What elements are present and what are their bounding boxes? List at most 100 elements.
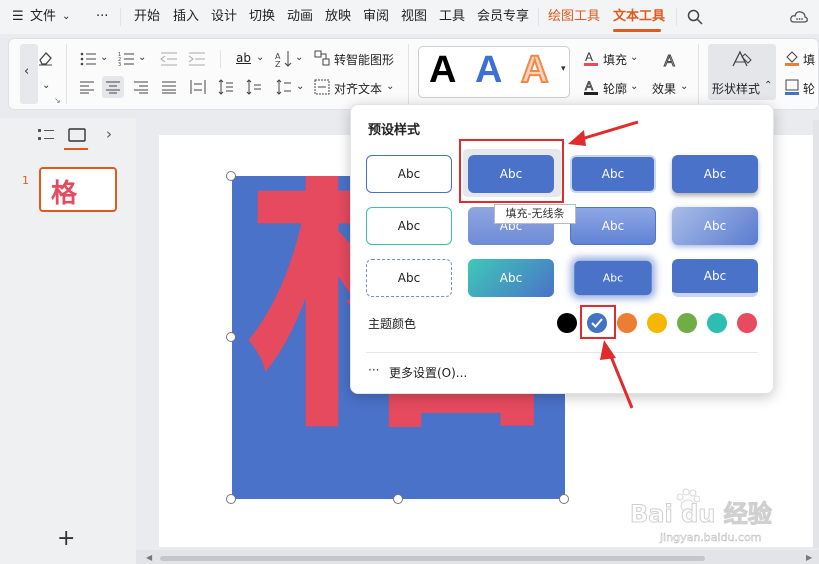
search-icon[interactable] xyxy=(687,9,703,25)
shape-fill-button[interactable]: 填 xyxy=(803,51,815,68)
preset-style-soft-edge[interactable]: Abc xyxy=(574,260,652,296)
tab-tools[interactable]: 工具 xyxy=(439,8,465,26)
chevron-down-icon[interactable]: ⌄ xyxy=(680,81,688,92)
art-style-orange[interactable]: A xyxy=(520,48,549,92)
numbered-list-icon[interactable]: 123 xyxy=(118,51,136,67)
distribute-icon[interactable] xyxy=(190,79,206,95)
gallery-expand-icon[interactable]: ▾ xyxy=(561,64,566,74)
theme-color-gold[interactable] xyxy=(647,313,667,333)
text-outline-button[interactable]: 轮廓 xyxy=(603,80,627,97)
art-style-black[interactable]: A xyxy=(429,49,456,92)
increase-indent-icon[interactable] xyxy=(188,51,206,67)
smart-shape-icon[interactable] xyxy=(314,50,330,66)
line-spacing-icon[interactable] xyxy=(218,79,234,95)
sort-icon[interactable]: AZ xyxy=(275,50,293,68)
justify-icon[interactable] xyxy=(162,80,176,94)
tab-transition[interactable]: 切换 xyxy=(249,8,275,26)
file-menu[interactable]: 文件 xyxy=(30,8,56,26)
tab-home[interactable]: 开始 xyxy=(134,8,160,26)
align-text-button[interactable]: 对齐文本 xyxy=(334,80,382,97)
shape-fill-icon[interactable] xyxy=(784,49,800,67)
spacing-options-icon[interactable] xyxy=(276,79,292,95)
chevron-down-icon[interactable]: ⌄ xyxy=(138,52,146,63)
more-settings-item[interactable]: 更多设置(O)... xyxy=(389,364,467,381)
chevron-down-icon[interactable]: ⌄ xyxy=(62,8,70,26)
shape-outline-icon[interactable] xyxy=(784,78,800,96)
tooltip: 填充-无线条 xyxy=(494,204,576,224)
theme-color-red[interactable] xyxy=(737,313,757,333)
text-effect-button[interactable]: 效果 xyxy=(652,80,676,97)
bullet-list-icon[interactable] xyxy=(80,51,98,67)
more-icon[interactable]: ··· xyxy=(96,8,108,26)
tab-drawing-tools[interactable]: 绘图工具 xyxy=(548,8,600,26)
preset-style-outline-blue[interactable]: Abc xyxy=(366,155,452,193)
align-text-icon[interactable] xyxy=(314,79,330,95)
theme-color-teal[interactable] xyxy=(707,313,727,333)
tab-text-tools[interactable]: 文本工具 xyxy=(613,8,665,26)
paragraph-spacing-icon[interactable] xyxy=(246,79,262,95)
dialog-launcher-icon[interactable]: ↘ xyxy=(54,96,61,105)
outline-view-icon[interactable] xyxy=(38,128,54,142)
theme-color-green[interactable] xyxy=(677,313,697,333)
chevron-down-icon[interactable]: ⌄ xyxy=(386,81,394,92)
hamburger-icon[interactable]: ☰ xyxy=(12,8,24,26)
text-fill-icon[interactable]: A xyxy=(583,49,599,67)
preset-style-gradient-border[interactable]: Abc xyxy=(570,207,656,245)
resize-handle-bl[interactable] xyxy=(226,494,236,504)
tab-animation[interactable]: 动画 xyxy=(287,8,313,26)
preset-style-gradient-glow[interactable]: Abc xyxy=(672,207,758,245)
slide-thumbnail[interactable]: 格 xyxy=(39,167,117,212)
chevron-down-icon[interactable]: ⌄ xyxy=(630,52,638,63)
theme-color-orange[interactable] xyxy=(617,313,637,333)
scroll-left-icon[interactable]: ◀ xyxy=(146,553,152,562)
chevron-right-icon[interactable]: › xyxy=(106,125,112,143)
add-slide-button[interactable]: + xyxy=(57,526,75,551)
art-style-blue[interactable]: A xyxy=(475,49,502,92)
slide-view-icon[interactable] xyxy=(68,127,86,143)
chevron-down-icon[interactable]: ⌄ xyxy=(295,52,303,63)
menu-bar: ☰ 文件 ⌄ ··· 开始 插入 设计 切换 动画 放映 审阅 视图 工具 会员… xyxy=(0,0,819,34)
cloud-icon[interactable] xyxy=(790,9,808,25)
preset-style-fill-shadow[interactable]: Abc xyxy=(672,155,758,193)
resize-handle-br[interactable] xyxy=(559,494,569,504)
vertical-scrollbar[interactable] xyxy=(813,120,819,548)
decrease-indent-icon[interactable] xyxy=(160,51,178,67)
chevron-down-icon[interactable]: ⌄ xyxy=(630,81,638,92)
resize-handle-ml[interactable] xyxy=(226,332,236,342)
shape-style-button[interactable]: 形状样式 ⌃ xyxy=(708,44,776,100)
text-effect-icon[interactable]: A xyxy=(660,49,682,71)
tab-review[interactable]: 审阅 xyxy=(363,8,389,26)
preset-style-dashed[interactable]: Abc xyxy=(366,259,452,297)
chevron-down-icon[interactable]: ⌄ xyxy=(42,80,50,91)
swatch-label: Abc xyxy=(703,219,727,233)
more-icon: ··· xyxy=(368,363,380,377)
preset-style-gradient-teal[interactable]: Abc xyxy=(468,259,554,297)
ribbon-scroll-left[interactable]: ‹ xyxy=(20,44,38,104)
align-left-icon[interactable] xyxy=(80,80,94,94)
text-direction-icon[interactable]: ab xyxy=(236,51,251,65)
preset-style-reflection[interactable]: Abc xyxy=(672,259,758,297)
align-center-button[interactable] xyxy=(102,76,124,98)
resize-handle-tl[interactable] xyxy=(226,171,236,181)
align-right-icon[interactable] xyxy=(134,80,148,94)
tab-slideshow[interactable]: 放映 xyxy=(325,8,351,26)
tab-member[interactable]: 会员专享 xyxy=(477,8,529,26)
text-fill-button[interactable]: 填充 xyxy=(603,51,627,68)
chevron-down-icon[interactable]: ⌄ xyxy=(100,52,108,63)
tab-design[interactable]: 设计 xyxy=(211,8,237,26)
theme-color-black[interactable] xyxy=(557,313,577,333)
eraser-icon[interactable] xyxy=(37,50,53,66)
text-outline-icon[interactable]: A xyxy=(583,78,599,96)
preset-style-outline-teal[interactable]: Abc xyxy=(366,207,452,245)
resize-handle-bm[interactable] xyxy=(393,494,403,504)
preset-style-fill-light-border[interactable]: Abc xyxy=(570,155,656,193)
smart-shape-button[interactable]: 转智能图形 xyxy=(334,51,394,68)
scroll-right-icon[interactable]: ▶ xyxy=(806,553,812,562)
tab-view[interactable]: 视图 xyxy=(401,8,427,26)
swatch-label: Abc xyxy=(499,271,523,285)
tab-insert[interactable]: 插入 xyxy=(173,8,199,26)
chevron-down-icon[interactable]: ⌄ xyxy=(256,52,264,63)
chevron-down-icon[interactable]: ⌄ xyxy=(296,81,304,92)
scrollbar-thumb[interactable] xyxy=(160,556,705,561)
shape-outline-button[interactable]: 轮 xyxy=(803,80,815,97)
